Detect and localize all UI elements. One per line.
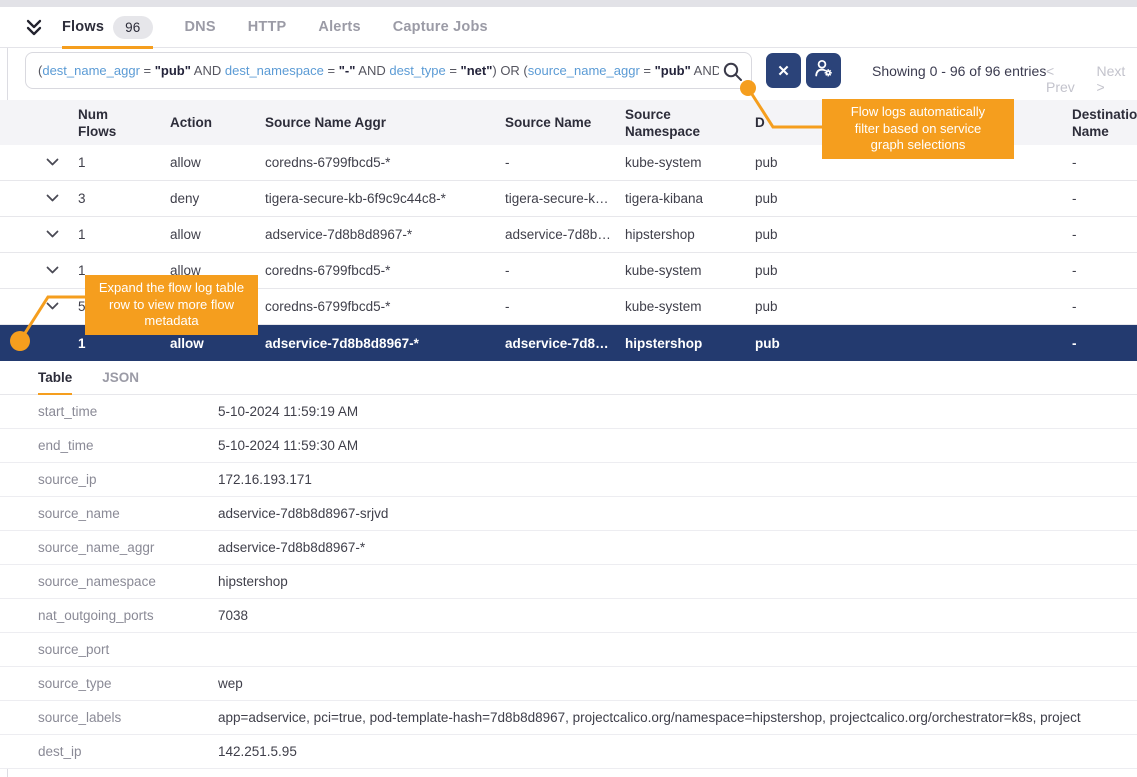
- flow-detail-tabbar: Table JSON: [0, 361, 1137, 395]
- detail-value: 5-10-2024 11:59:30 AM: [218, 438, 1137, 453]
- detail-key: end_time: [38, 438, 218, 453]
- detail-key: source_name_aggr: [38, 540, 218, 555]
- chevron-right-icon: >: [1097, 79, 1105, 95]
- log-type-tabbar: Flows 96 DNS HTTP Alerts Capture Jobs: [0, 7, 1137, 48]
- detail-row: source_namespacehipstershop: [0, 565, 1137, 599]
- row-expand-chevron-icon[interactable]: [46, 263, 59, 278]
- detail-key: nat_outgoing_ports: [38, 608, 218, 623]
- tab-http[interactable]: HTTP: [248, 7, 287, 48]
- user-settings-button[interactable]: [806, 53, 841, 88]
- user-gear-icon: [813, 58, 834, 84]
- prev-page-button[interactable]: < Prev: [1046, 63, 1087, 95]
- clear-filter-button[interactable]: ✕: [766, 53, 801, 88]
- detail-row: nat_outgoing_ports7038: [0, 599, 1137, 633]
- detail-value: adservice-7d8b8d8967-*: [218, 540, 1137, 555]
- row-expand-chevron-icon[interactable]: [46, 155, 59, 170]
- tab-capture-jobs[interactable]: Capture Jobs: [393, 7, 488, 48]
- flow-query-text: (dest_name_aggr = "pub" AND dest_namespa…: [38, 63, 719, 78]
- header-source-name-aggr: Source Name Aggr: [265, 114, 505, 131]
- showing-entries-status: Showing 0 - 96 of 96 entries: [872, 63, 1046, 79]
- callout-filter-note: Flow logs automatically filter based on …: [822, 99, 1014, 159]
- detail-key: start_time: [38, 404, 218, 419]
- pagination: < Prev Next >: [1046, 63, 1137, 95]
- tab-flows[interactable]: Flows 96: [62, 7, 153, 48]
- row-expand-chevron-icon[interactable]: [46, 191, 59, 206]
- detail-row: source_typewep: [0, 667, 1137, 701]
- tab-detail-json[interactable]: JSON: [102, 361, 139, 395]
- detail-key: source_type: [38, 676, 218, 691]
- callout-expand-note: Expand the flow log table row to view mo…: [85, 275, 258, 335]
- flow-logs-panel: Flows 96 DNS HTTP Alerts Capture Jobs (d…: [0, 0, 1137, 777]
- table-row[interactable]: 1 allow adservice-7d8b8d8967-* adservice…: [0, 217, 1137, 253]
- detail-value: wep: [218, 676, 1137, 691]
- header-source-name: Source Name: [505, 114, 625, 131]
- detail-row: dest_ip142.251.5.95: [0, 735, 1137, 769]
- detail-row: source_labelsapp=adservice, pci=true, po…: [0, 701, 1137, 735]
- detail-key: source_labels: [38, 710, 218, 725]
- detail-value: 7038: [218, 608, 1137, 623]
- detail-row: source_port: [0, 633, 1137, 667]
- flow-detail-table: start_time5-10-2024 11:59:19 AM end_time…: [0, 395, 1137, 769]
- search-icon[interactable]: [722, 61, 744, 88]
- detail-value: 142.251.5.95: [218, 744, 1137, 759]
- detail-key: dest_ip: [38, 744, 218, 759]
- row-expand-chevron-icon[interactable]: [46, 299, 59, 314]
- detail-key: source_port: [38, 642, 218, 657]
- detail-row: source_name_aggradservice-7d8b8d8967-*: [0, 531, 1137, 565]
- row-expand-chevron-icon[interactable]: [46, 227, 59, 242]
- flow-query-input[interactable]: (dest_name_aggr = "pub" AND dest_namespa…: [25, 52, 752, 89]
- detail-value: 5-10-2024 11:59:19 AM: [218, 404, 1137, 419]
- detail-key: source_name: [38, 506, 218, 521]
- detail-row: source_ip172.16.193.171: [0, 463, 1137, 497]
- header-source-namespace: SourceNamespace: [625, 106, 755, 140]
- tab-detail-table[interactable]: Table: [38, 361, 72, 395]
- detail-value: app=adservice, pci=true, pod-template-ha…: [218, 710, 1137, 725]
- header-action: Action: [170, 114, 265, 131]
- top-page-strip: [0, 0, 1137, 7]
- tab-dns[interactable]: DNS: [185, 7, 216, 48]
- chevron-left-icon: <: [1046, 63, 1054, 79]
- collapse-panel-double-chevron-icon[interactable]: [24, 19, 44, 36]
- detail-value: hipstershop: [218, 574, 1137, 589]
- close-icon: ✕: [777, 62, 790, 80]
- detail-row: start_time5-10-2024 11:59:19 AM: [0, 395, 1137, 429]
- header-num-flows: NumFlows: [78, 106, 170, 140]
- next-page-button[interactable]: Next >: [1097, 63, 1137, 95]
- table-row[interactable]: 3 deny tigera-secure-kb-6f9c9c44c8-* tig…: [0, 181, 1137, 217]
- detail-value: adservice-7d8b8d8967-srjvd: [218, 506, 1137, 521]
- tab-alerts[interactable]: Alerts: [318, 7, 360, 48]
- detail-key: source_namespace: [38, 574, 218, 589]
- header-destination-name: DestinationName: [1072, 106, 1137, 140]
- detail-key: source_ip: [38, 472, 218, 487]
- detail-row: end_time5-10-2024 11:59:30 AM: [0, 429, 1137, 463]
- detail-value: 172.16.193.171: [218, 472, 1137, 487]
- detail-row: source_nameadservice-7d8b8d8967-srjvd: [0, 497, 1137, 531]
- tab-flows-label: Flows: [62, 19, 104, 35]
- flows-count-badge: 96: [113, 16, 152, 39]
